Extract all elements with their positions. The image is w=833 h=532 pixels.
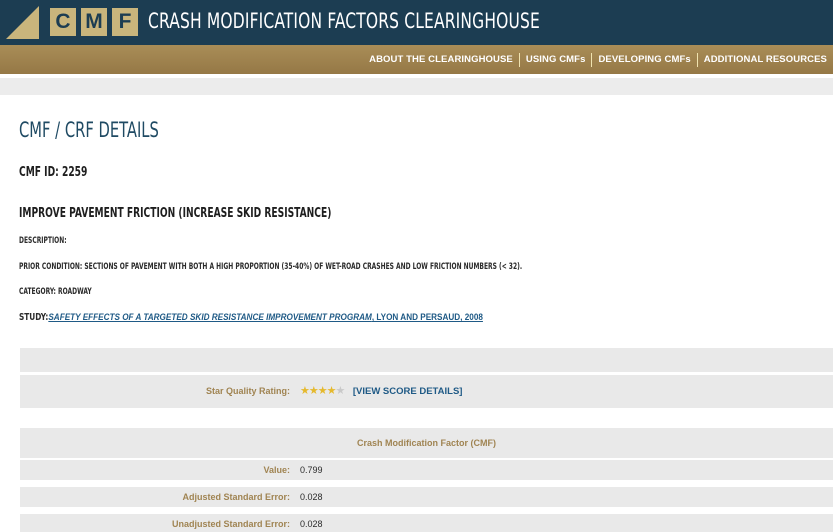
row-value: 0.028 [300,492,323,502]
cmf-table-header: Crash Modification Factor (CMF) [20,428,833,458]
row-value: 0.028 [300,519,323,529]
category: CATEGORY: ROADWAY [19,287,92,297]
rating-value: ★★★★★ [VIEW SCORE DETAILS] [300,384,462,397]
table-row: Unadjusted Standard Error: 0.028 [20,514,833,532]
nav-using-cmfs[interactable]: USING CMFs [520,54,592,65]
countermeasure-title: IMPROVE PAVEMENT FRICTION (INCREASE SKID… [19,206,332,221]
study-line: STUDY:SAFETY EFFECTS OF A TARGETED SKID … [19,312,483,323]
study-authors-link[interactable]: , LYON AND PERSAUD, 2008 [372,312,483,323]
logo-letter-f: F [112,8,138,36]
logo-letter-c: C [50,8,76,36]
nav-additional-resources[interactable]: ADDITIONAL RESOURCES [698,54,833,65]
table-row: Value: 0.799 [20,460,833,480]
subnav-strip [0,78,833,95]
logo-letter-m: M [81,8,107,36]
nav-about[interactable]: ABOUT THE CLEARINGHOUSE [363,54,519,65]
prior-condition: PRIOR CONDITION: SECTIONS OF PAVEMENT WI… [19,262,523,272]
description-label: DESCRIPTION: [19,236,67,246]
row-value: 0.799 [300,465,323,475]
view-score-details-link[interactable]: [VIEW SCORE DETAILS] [353,386,463,397]
table-row: Adjusted Standard Error: 0.028 [20,487,833,507]
row-label: Adjusted Standard Error: [182,492,290,502]
main-nav: ABOUT THE CLEARINGHOUSE USING CMFs DEVEL… [0,45,833,74]
rating-header-row [20,348,833,372]
nav-developing-cmfs[interactable]: DEVELOPING CMFs [592,54,696,65]
study-title-link[interactable]: SAFETY EFFECTS OF A TARGETED SKID RESIST… [48,312,371,323]
row-label: Unadjusted Standard Error: [171,519,290,529]
cmf-table-heading: Crash Modification Factor (CMF) [357,438,496,448]
cmf-id: CMF ID: 2259 [19,165,88,180]
site-header: C M F CRASH MODIFICATION FACTORS CLEARIN… [0,0,833,45]
study-label: STUDY: [19,312,49,323]
page-title: CMF / CRF DETAILS [19,118,159,142]
rating-label: Star Quality Rating: [205,386,290,396]
row-label: Value: [263,465,290,475]
star-rating-icon: ★★★★★ [300,385,345,397]
rating-row: Star Quality Rating: ★★★★★ [VIEW SCORE D… [20,375,833,408]
site-title[interactable]: CRASH MODIFICATION FACTORS CLEARINGHOUSE [148,9,540,33]
